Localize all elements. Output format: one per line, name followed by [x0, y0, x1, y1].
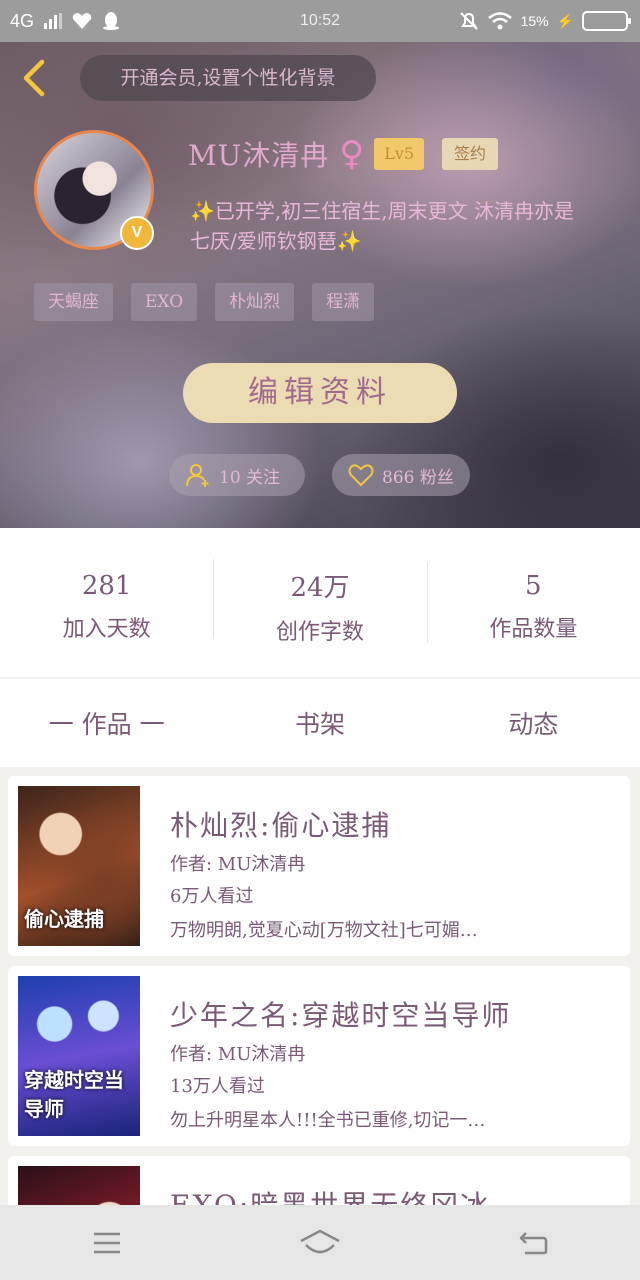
work-card[interactable]: 穿越时空当导师 少年之名:穿越时空当导师 作者: MU沐清冉 13万人看过 勿上…: [8, 966, 630, 1146]
profile-header: 开通会员,设置个性化背景 V MU沐清冉 ♀ Lv5 签约 ✨已开学,初三住宿生…: [0, 42, 640, 528]
return-icon: [520, 1231, 548, 1254]
level-badge[interactable]: Lv5: [374, 138, 425, 170]
tab-works[interactable]: 一 作品 一: [0, 705, 213, 741]
status-right: 15% ⚡: [459, 11, 640, 31]
status-left: 4G: [0, 11, 120, 32]
stat-word-count: 24万 创作字数: [213, 559, 426, 646]
vip-background-banner[interactable]: 开通会员,设置个性化背景: [80, 55, 376, 101]
system-nav-bar: [0, 1205, 640, 1280]
stat-works-count: 5 作品数量: [426, 562, 640, 643]
stats-panel: 281 加入天数 24万 创作字数 5 作品数量: [0, 528, 640, 678]
stat-join-days: 281 加入天数: [0, 563, 213, 643]
book-cover: 偷心逮捕: [18, 786, 140, 946]
user-add-icon: [186, 464, 209, 487]
work-author: 作者: MU沐清冉: [170, 854, 306, 875]
wifi-icon: [487, 12, 512, 30]
stat-label: 作品数量: [489, 616, 578, 642]
cover-title: 穿越时空当导师: [24, 1068, 124, 1121]
following-button[interactable]: 10 关注: [169, 454, 305, 496]
work-description: 勿上升明星本人!!!全书已重修,切记一…: [170, 1110, 486, 1131]
verified-v-badge: V: [120, 216, 154, 250]
work-card[interactable]: 偷心逮捕 朴灿烈:偷心逮捕 作者: MU沐清冉 6万人看过 万物明朗,觉夏心动[…: [8, 776, 630, 956]
fans-count: 866 粉丝: [382, 467, 454, 488]
battery-percent: 15%: [520, 13, 549, 29]
signal-icon: [44, 13, 63, 29]
username: MU沐清冉: [188, 139, 330, 172]
tab-activity[interactable]: 动态: [427, 705, 640, 741]
charging-icon: ⚡: [556, 12, 574, 29]
back-nav-button[interactable]: [503, 1223, 563, 1263]
work-title: 朴灿烈:偷心逮捕: [170, 809, 392, 842]
home-button[interactable]: [290, 1223, 350, 1263]
menu-icon: [93, 1232, 120, 1253]
tag-item[interactable]: EXO: [131, 283, 198, 321]
back-arrow-icon: [23, 59, 45, 97]
cover-title: 偷心逮捕: [24, 907, 104, 931]
tag-item[interactable]: 程潇: [312, 283, 375, 321]
signed-badge: 签约: [442, 138, 499, 170]
status-bar: 4G 10:52 15% ⚡: [0, 0, 640, 42]
work-views: 13万人看过: [170, 1076, 265, 1097]
vivo-heart-icon: [72, 13, 92, 29]
tag-list: 天蝎座 EXO 朴灿烈 程潇: [34, 283, 375, 321]
back-button[interactable]: [18, 58, 48, 98]
profile-tabs: 一 作品 一 书架 动态: [0, 679, 640, 767]
tag-item[interactable]: 天蝎座: [34, 283, 113, 321]
book-cover: 穿越时空当导师: [18, 976, 140, 1136]
work-description: 万物明朗,觉夏心动[万物文社]七可媚…: [170, 920, 478, 941]
menu-button[interactable]: [77, 1223, 137, 1263]
heart-icon: [348, 464, 374, 487]
stat-label: 加入天数: [62, 616, 151, 642]
female-gender-icon: ♀: [339, 134, 365, 174]
tag-item[interactable]: 朴灿烈: [215, 283, 295, 321]
following-count: 10 关注: [219, 467, 281, 488]
stat-value: 5: [525, 570, 542, 601]
mute-bell-icon: [459, 12, 478, 30]
qq-penguin-icon: [103, 12, 120, 30]
work-author: 作者: MU沐清冉: [170, 1044, 306, 1065]
stat-label: 创作字数: [275, 620, 364, 645]
work-title: 少年之名:穿越时空当导师: [170, 999, 512, 1032]
stat-value: 24万: [290, 573, 350, 603]
home-icon: [300, 1229, 340, 1253]
sparkle-icon: ✨: [190, 199, 215, 223]
sparkle-icon: ✨: [336, 229, 362, 253]
name-row: MU沐清冉 ♀ Lv5 签约: [188, 134, 499, 174]
bio-text: 已开学,初三住宿生,周末更文 沐清冉亦是七厌/爱师钦钢琶: [190, 199, 574, 253]
tab-bookshelf[interactable]: 书架: [213, 705, 426, 741]
edit-profile-button[interactable]: 编辑资料: [183, 363, 457, 423]
user-bio: ✨已开学,初三住宿生,周末更文 沐清冉亦是七厌/爱师钦钢琶✨: [190, 196, 590, 256]
stat-value: 281: [81, 570, 132, 601]
work-views: 6万人看过: [170, 886, 254, 907]
battery-icon: [582, 11, 631, 31]
network-type: 4G: [10, 10, 35, 31]
fans-button[interactable]: 866 粉丝: [332, 454, 470, 496]
